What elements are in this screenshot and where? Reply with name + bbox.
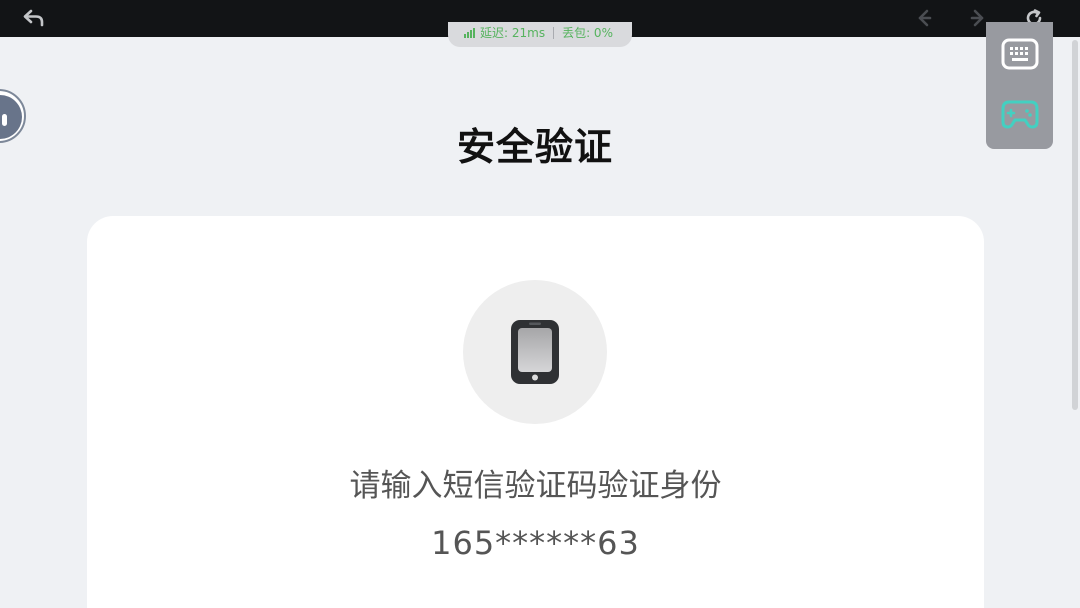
page-title: 安全验证 [456,125,613,169]
latency-text: 延迟: 21ms [480,26,546,40]
prev-arrow-icon[interactable] [912,6,936,30]
masked-phone-number: 165******63 [431,524,640,562]
status-divider [553,26,555,39]
verification-prompt: 请输入短信验证码验证身份 [349,468,722,504]
phone-icon [511,320,559,384]
verification-card: 请输入短信验证码验证身份 165******63 [87,216,984,608]
phone-icon-circle [463,280,607,424]
page-scrollbar[interactable] [1072,40,1078,410]
cloud-app-screen: 延迟: 21ms 丢包: 0% 安全验证 请输入短信验证码验证身份 165***… [0,0,1080,608]
network-status-pill: 延迟: 21ms 丢包: 0% [448,22,632,47]
signal-bars-icon [464,27,475,38]
keyboard-icon[interactable] [1000,34,1040,74]
back-arrow-icon[interactable] [22,6,46,30]
packet-loss-text: 丢包: 0% [562,26,613,40]
